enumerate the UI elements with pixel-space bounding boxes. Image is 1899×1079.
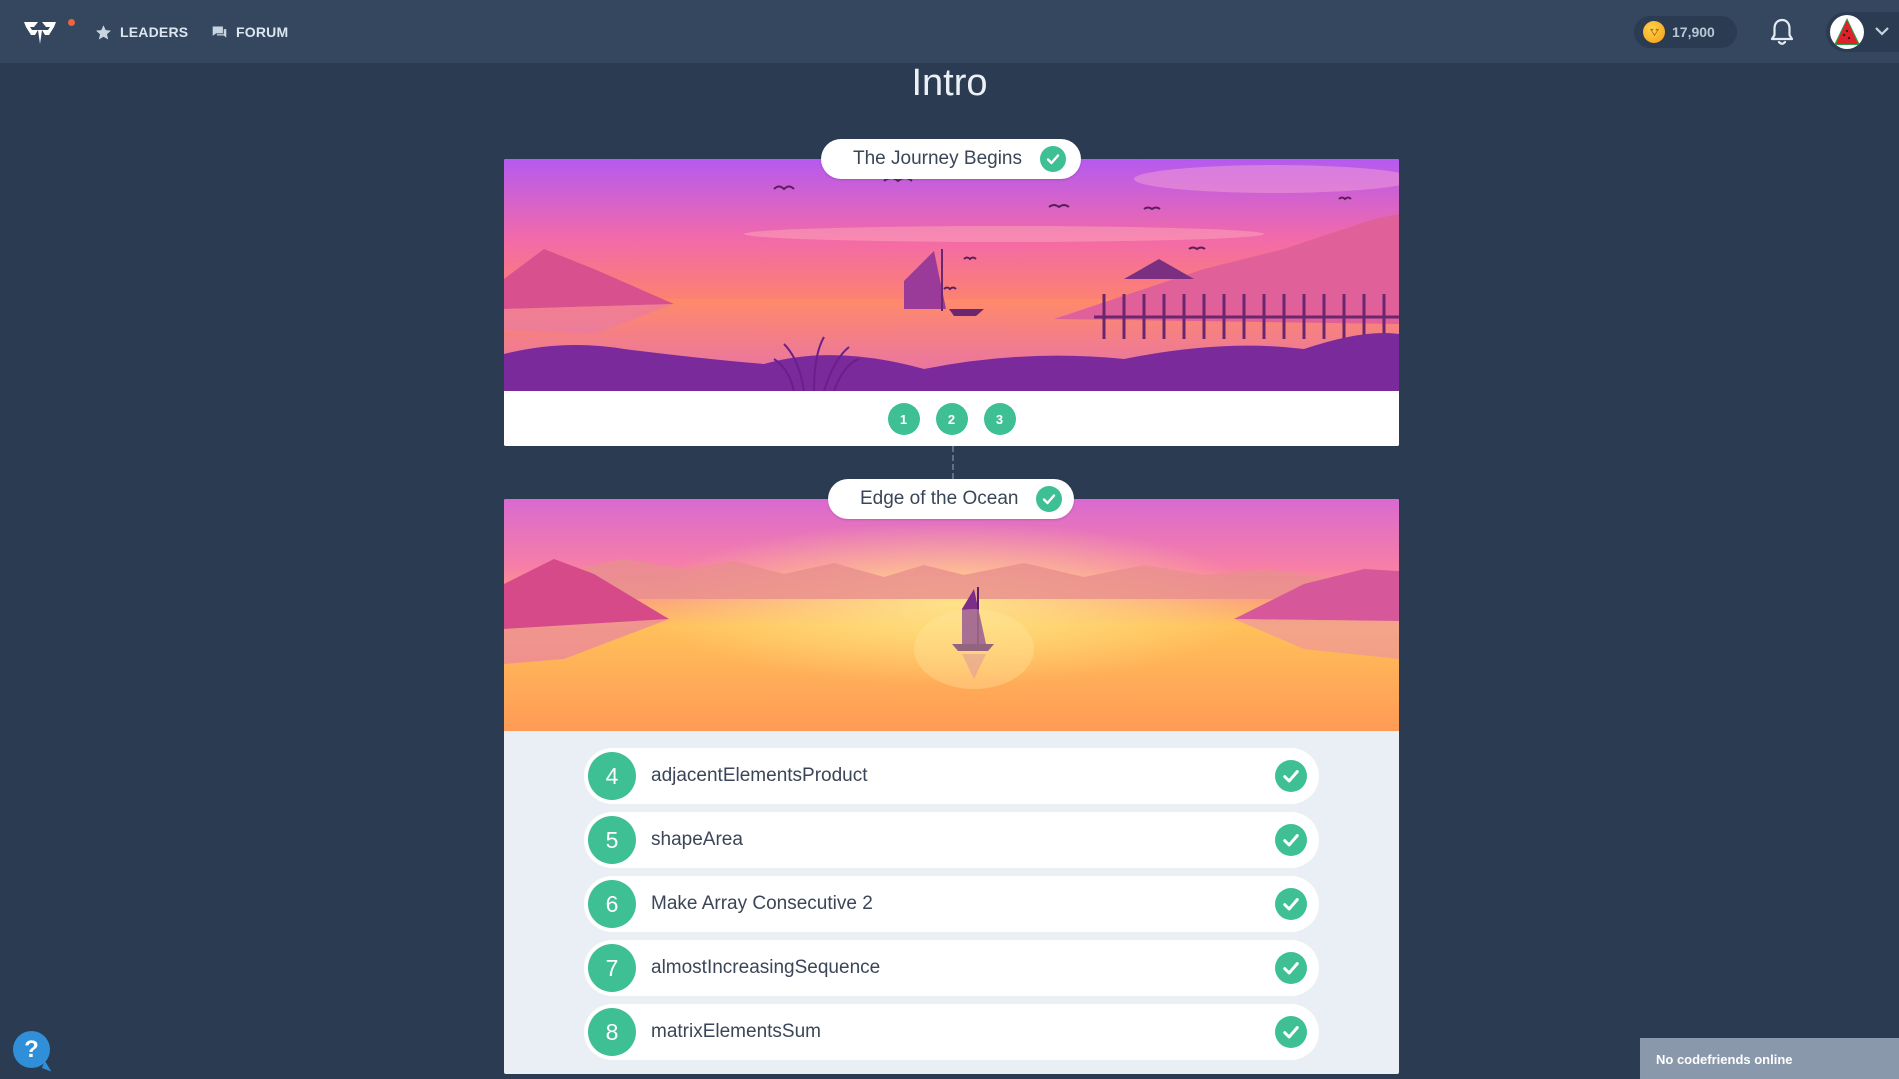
sunset-lake-illustration: [504, 159, 1399, 391]
check-icon: [1275, 760, 1307, 792]
coin-icon: [1643, 21, 1665, 43]
check-icon: [1275, 952, 1307, 984]
codesignal-logo-icon[interactable]: [22, 16, 58, 48]
nav-forum-link[interactable]: FORUM: [211, 22, 288, 42]
check-icon: [1275, 824, 1307, 856]
task-name: matrixElementsSum: [651, 1021, 821, 1042]
nav-forum-label: FORUM: [236, 24, 289, 40]
top-bar: LEADERS FORUM 17,900: [0, 0, 1899, 63]
task-name: almostIncreasingSequence: [651, 957, 881, 978]
coin-count: 17,900: [1672, 24, 1715, 40]
task-number: 5: [588, 816, 636, 864]
help-button[interactable]: ?: [13, 1031, 50, 1068]
notification-dot: [68, 19, 75, 26]
task-row[interactable]: 8 matrixElementsSum: [584, 1004, 1319, 1060]
ocean-sunset-illustration: [504, 499, 1399, 731]
level-connector: [952, 446, 954, 479]
check-icon: [1275, 1016, 1307, 1048]
task-number: 7: [588, 944, 636, 992]
step-dot-2[interactable]: 2: [935, 403, 968, 435]
task-number: 6: [588, 880, 636, 928]
task-name: Make Array Consecutive 2: [651, 893, 873, 914]
forum-icon: [212, 26, 227, 38]
nav-leaders-link[interactable]: LEADERS: [95, 22, 188, 42]
step-dot-1[interactable]: 1: [887, 403, 920, 435]
task-name: shapeArea: [651, 829, 743, 850]
task-row[interactable]: 5 shapeArea: [584, 812, 1319, 868]
check-icon: [1275, 888, 1307, 920]
task-number: 8: [588, 1008, 636, 1056]
check-icon: [1036, 486, 1063, 512]
task-name: adjacentElementsProduct: [651, 765, 868, 786]
codefriends-panel[interactable]: No codefriends online: [1640, 1038, 1899, 1079]
coin-balance[interactable]: 17,900: [1634, 16, 1737, 48]
bell-icon[interactable]: [1768, 17, 1796, 47]
step-dots: 1 2 3: [504, 403, 1399, 435]
nav-leaders-label: LEADERS: [120, 24, 189, 40]
task-row[interactable]: 4 adjacentElementsProduct: [584, 748, 1319, 804]
step-dot-3[interactable]: 3: [983, 403, 1016, 435]
level-title-label: Edge of the Ocean: [860, 488, 1019, 509]
level-title-label: The Journey Begins: [853, 148, 1022, 169]
page-title: Intro: [911, 62, 988, 104]
task-row[interactable]: 7 almostIncreasingSequence: [584, 940, 1319, 996]
star-icon: [96, 24, 111, 39]
check-icon: [1040, 146, 1066, 172]
level-title-edge-of-ocean[interactable]: Edge of the Ocean: [828, 479, 1074, 519]
task-row[interactable]: 6 Make Array Consecutive 2: [584, 876, 1319, 932]
task-number: 4: [588, 752, 636, 800]
avatar: [1830, 15, 1864, 49]
level-title-journey-begins[interactable]: The Journey Begins: [821, 139, 1081, 179]
user-menu[interactable]: [1826, 12, 1899, 52]
level-card-journey-begins[interactable]: 1 2 3: [504, 159, 1399, 446]
chevron-down-icon: [1875, 27, 1889, 36]
